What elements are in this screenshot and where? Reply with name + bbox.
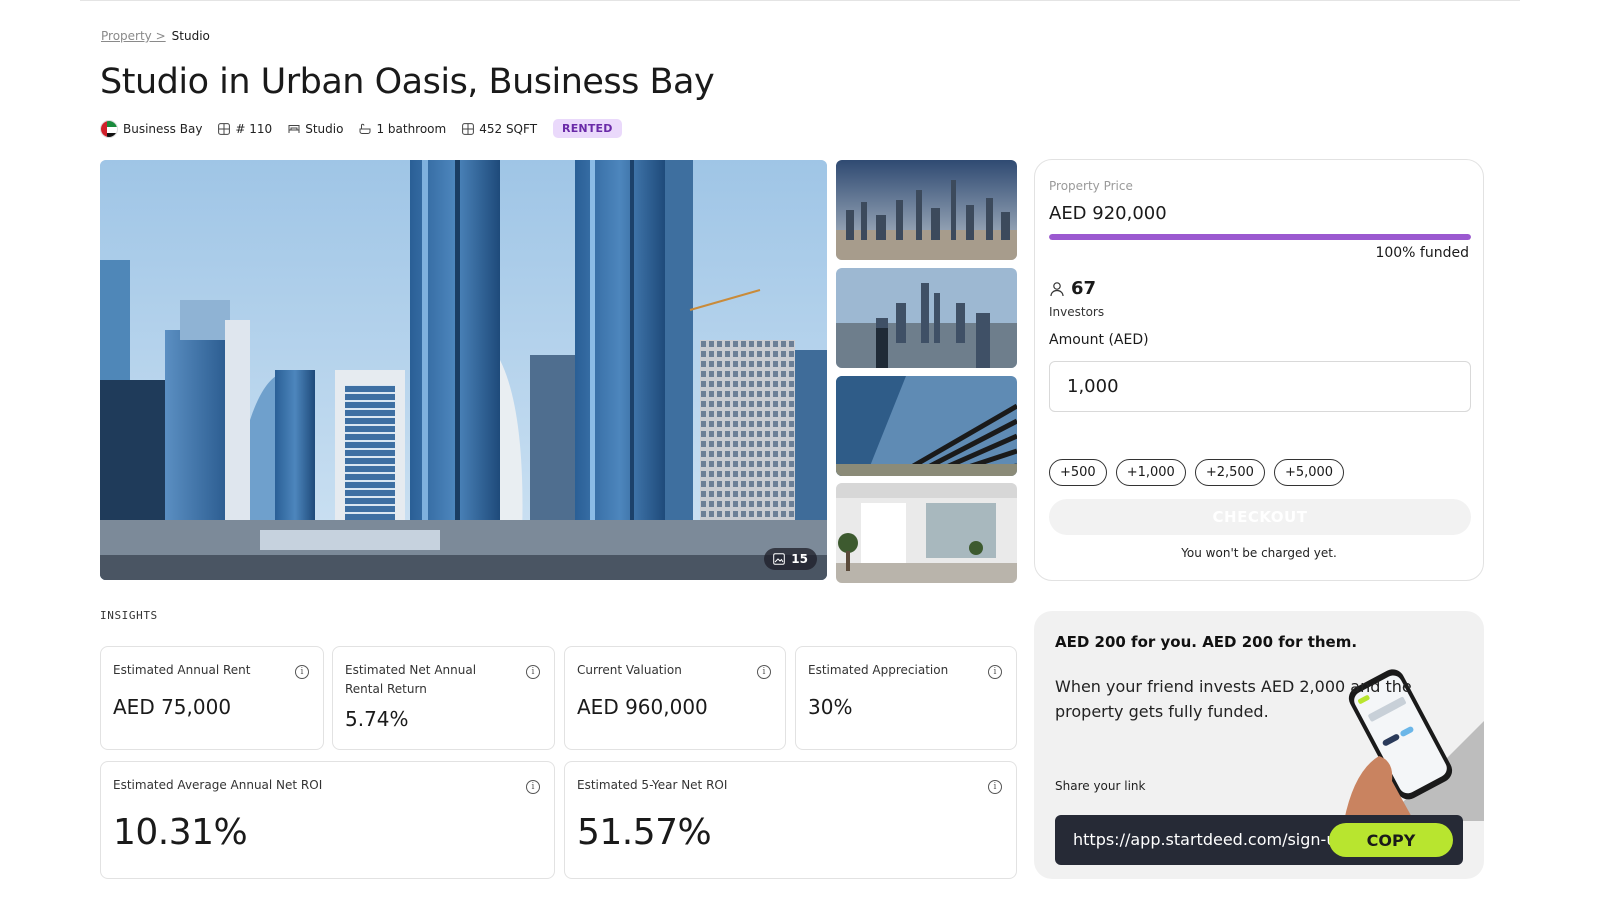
uae-flag-icon	[100, 119, 118, 138]
amount-label: Amount (AED)	[1049, 332, 1149, 348]
meta-location-label: Business Bay	[123, 121, 203, 136]
price-label: Property Price	[1049, 179, 1133, 193]
meta-unit: # 110	[218, 122, 272, 136]
insight-card-average-annual-roi: Estimated Average Annual Net ROI i 10.31…	[100, 761, 555, 879]
info-icon[interactable]: i	[526, 665, 540, 679]
insight-label: Estimated 5-Year Net ROI	[577, 778, 728, 792]
insight-value: 5.74%	[345, 707, 409, 731]
insight-card-annual-rent: Estimated Annual Rent i AED 75,000	[100, 646, 324, 750]
insight-label: Estimated Annual Rent	[113, 663, 251, 677]
top-divider	[80, 0, 1520, 1]
image-icon	[773, 553, 786, 565]
page-title: Studio in Urban Oasis, Business Bay	[100, 62, 715, 102]
amount-input[interactable]	[1049, 361, 1471, 412]
insight-card-appreciation: Estimated Appreciation i 30%	[795, 646, 1017, 750]
checkout-note: You won't be charged yet.	[1181, 546, 1337, 560]
meta-bathrooms: 1 bathroom	[359, 122, 446, 136]
meta-type-label: Studio	[305, 121, 344, 136]
insight-value: 51.57%	[577, 812, 712, 853]
user-icon	[1050, 281, 1064, 296]
meta-type: Studio	[288, 122, 343, 136]
insight-value: AED 75,000	[113, 695, 232, 719]
insight-value: 30%	[808, 695, 853, 719]
insight-label: Estimated Average Annual Net ROI	[113, 778, 323, 792]
meta-area: 452 SQFT	[462, 122, 537, 136]
bath-icon	[359, 123, 371, 134]
insight-value: 10.31%	[113, 812, 248, 853]
insight-value: AED 960,000	[577, 695, 708, 719]
breadcrumb-property-link[interactable]: Property >	[101, 29, 166, 43]
status-badge: RENTED	[553, 119, 622, 138]
meta-area-label: 452 SQFT	[479, 121, 538, 136]
property-meta: Business Bay # 110 Studio 1 bathroom 452…	[100, 119, 622, 138]
property-price: AED 920,000	[1049, 203, 1167, 224]
city-towers-illustration	[836, 268, 1017, 368]
referral-link-text[interactable]: https://app.startdeed.com/sign-up	[1073, 830, 1347, 849]
info-icon[interactable]: i	[988, 665, 1002, 679]
funding-progress-fill	[1049, 234, 1471, 240]
thumbnail-photo-4[interactable]	[836, 483, 1017, 583]
info-icon[interactable]: i	[757, 665, 771, 679]
info-icon[interactable]: i	[526, 780, 540, 794]
thumbnail-photo-3[interactable]	[836, 376, 1017, 476]
insight-card-net-rental-return: Estimated Net Annual Rental Return i 5.7…	[332, 646, 555, 750]
investors-count: 67	[1049, 278, 1096, 299]
photo-count-badge[interactable]: 15	[764, 548, 817, 570]
referral-panel: AED 200 for you. AED 200 for them. When …	[1034, 611, 1484, 879]
info-icon[interactable]: i	[295, 665, 309, 679]
thumbnail-photo-1[interactable]	[836, 160, 1017, 260]
quick-add-1000-button[interactable]: +1,000	[1115, 459, 1186, 486]
area-icon	[462, 122, 475, 135]
quick-add-5000-button[interactable]: +5,000	[1273, 459, 1345, 486]
bed-icon	[288, 124, 300, 133]
insight-label: Estimated Net Annual Rental Return	[345, 663, 477, 696]
city-aerial-illustration	[836, 160, 1017, 260]
meta-bathrooms-label: 1 bathroom	[376, 121, 447, 136]
insight-label: Current Valuation	[577, 663, 682, 677]
info-icon[interactable]: i	[988, 780, 1002, 794]
building-facade-illustration	[836, 376, 1017, 476]
quick-amount-buttons: +500 +1,000 +2,500 +5,000	[1049, 459, 1345, 486]
investors-count-value: 67	[1071, 278, 1097, 299]
insight-card-5-year-roi: Estimated 5-Year Net ROI i 51.57%	[564, 761, 1017, 879]
insight-card-current-valuation: Current Valuation i AED 960,000	[564, 646, 786, 750]
insight-label: Estimated Appreciation	[808, 663, 949, 677]
breadcrumb: Property > Studio	[101, 29, 210, 43]
lobby-illustration	[836, 483, 1017, 583]
invest-panel: Property Price AED 920,000 100% funded 6…	[1034, 159, 1484, 581]
copy-link-button[interactable]: COPY	[1329, 823, 1453, 857]
quick-add-2500-button[interactable]: +2,500	[1194, 459, 1265, 486]
photo-count-label: 15	[791, 552, 808, 566]
funded-label: 100% funded	[1375, 245, 1469, 261]
funding-progress-bar	[1049, 234, 1471, 240]
meta-location: Business Bay	[100, 119, 203, 138]
grid-icon	[218, 122, 231, 135]
referral-link-box: https://app.startdeed.com/sign-up COPY	[1055, 815, 1463, 865]
referral-description: When your friend invests AED 2,000 and t…	[1055, 677, 1412, 721]
quick-add-500-button[interactable]: +500	[1049, 459, 1107, 486]
investors-label: Investors	[1049, 305, 1105, 319]
thumbnail-photo-2[interactable]	[836, 268, 1017, 368]
share-link-label: Share your link	[1055, 779, 1146, 793]
meta-unit-label: # 110	[235, 121, 273, 136]
breadcrumb-current: Studio	[171, 29, 210, 43]
main-property-photo[interactable]: 15	[100, 160, 827, 580]
checkout-button[interactable]: CHECKOUT	[1049, 499, 1471, 535]
skyline-illustration	[100, 160, 827, 580]
insights-section-label: INSIGHTS	[100, 609, 158, 622]
referral-title: AED 200 for you. AED 200 for them.	[1055, 633, 1358, 651]
